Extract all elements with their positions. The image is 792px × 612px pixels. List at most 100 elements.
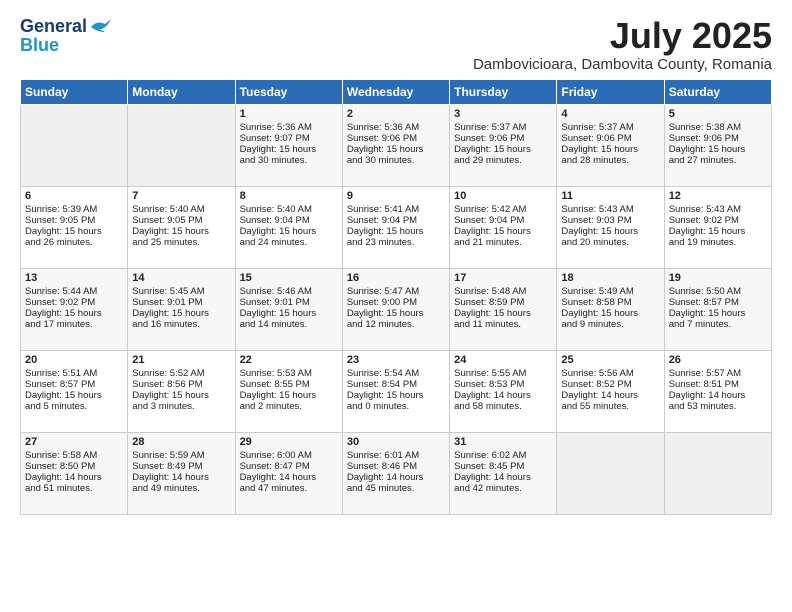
day-info-line: Sunrise: 5:59 AM [132, 450, 230, 461]
day-info-line: Sunrise: 6:01 AM [347, 450, 445, 461]
day-info-line: Sunrise: 5:39 AM [25, 204, 123, 215]
day-info-line: Sunset: 8:53 PM [454, 379, 552, 390]
logo-general-text: General [20, 16, 87, 37]
col-saturday: Saturday [664, 79, 771, 104]
day-info-line: Sunset: 9:06 PM [347, 133, 445, 144]
day-number: 17 [454, 272, 552, 284]
day-info-line: Sunset: 9:02 PM [669, 215, 767, 226]
day-info-line: and 45 minutes. [347, 483, 445, 494]
day-info-line: and 16 minutes. [132, 319, 230, 330]
day-cell: 29Sunrise: 6:00 AMSunset: 8:47 PMDayligh… [235, 432, 342, 514]
day-number: 14 [132, 272, 230, 284]
day-number: 4 [561, 108, 659, 120]
day-info-line: Daylight: 15 hours [132, 226, 230, 237]
day-number: 5 [669, 108, 767, 120]
day-info-line: Sunrise: 5:47 AM [347, 286, 445, 297]
day-info-line: Daylight: 14 hours [454, 472, 552, 483]
day-cell: 22Sunrise: 5:53 AMSunset: 8:55 PMDayligh… [235, 350, 342, 432]
day-info-line: and 42 minutes. [454, 483, 552, 494]
day-info-line: Sunrise: 5:43 AM [561, 204, 659, 215]
day-cell: 24Sunrise: 5:55 AMSunset: 8:53 PMDayligh… [450, 350, 557, 432]
day-info-line: Daylight: 15 hours [25, 390, 123, 401]
day-info-line: Sunrise: 5:44 AM [25, 286, 123, 297]
day-cell [128, 104, 235, 186]
day-cell [557, 432, 664, 514]
day-info-line: and 29 minutes. [454, 155, 552, 166]
day-info-line: Sunrise: 5:46 AM [240, 286, 338, 297]
logo-blue-text: Blue [20, 35, 59, 56]
day-cell: 16Sunrise: 5:47 AMSunset: 9:00 PMDayligh… [342, 268, 449, 350]
day-info-line: Daylight: 15 hours [240, 390, 338, 401]
day-info-line: Sunset: 8:49 PM [132, 461, 230, 472]
day-info-line: and 55 minutes. [561, 401, 659, 412]
day-cell: 15Sunrise: 5:46 AMSunset: 9:01 PMDayligh… [235, 268, 342, 350]
day-cell: 12Sunrise: 5:43 AMSunset: 9:02 PMDayligh… [664, 186, 771, 268]
day-info-line: Sunrise: 5:53 AM [240, 368, 338, 379]
day-info-line: Sunrise: 6:02 AM [454, 450, 552, 461]
day-number: 20 [25, 354, 123, 366]
day-info-line: Sunset: 8:50 PM [25, 461, 123, 472]
day-number: 13 [25, 272, 123, 284]
day-info-line: Daylight: 14 hours [240, 472, 338, 483]
day-cell [664, 432, 771, 514]
day-info-line: Sunrise: 5:37 AM [561, 122, 659, 133]
day-number: 15 [240, 272, 338, 284]
day-cell: 2Sunrise: 5:36 AMSunset: 9:06 PMDaylight… [342, 104, 449, 186]
day-info-line: Sunset: 8:54 PM [347, 379, 445, 390]
day-info-line: Sunset: 8:56 PM [132, 379, 230, 390]
day-info-line: Sunrise: 6:00 AM [240, 450, 338, 461]
day-info-line: and 30 minutes. [347, 155, 445, 166]
day-info-line: and 28 minutes. [561, 155, 659, 166]
day-info-line: Sunrise: 5:38 AM [669, 122, 767, 133]
day-info-line: Sunset: 8:59 PM [454, 297, 552, 308]
day-number: 18 [561, 272, 659, 284]
day-number: 31 [454, 436, 552, 448]
day-info-line: and 12 minutes. [347, 319, 445, 330]
day-number: 9 [347, 190, 445, 202]
week-row-1: 1Sunrise: 5:36 AMSunset: 9:07 PMDaylight… [21, 104, 772, 186]
day-info-line: and 49 minutes. [132, 483, 230, 494]
day-info-line: Sunset: 9:04 PM [240, 215, 338, 226]
day-info-line: and 51 minutes. [25, 483, 123, 494]
day-number: 2 [347, 108, 445, 120]
day-info-line: and 27 minutes. [669, 155, 767, 166]
calendar-table: Sunday Monday Tuesday Wednesday Thursday… [20, 79, 772, 515]
logo-bird-icon [89, 18, 111, 36]
day-info-line: Sunset: 9:05 PM [132, 215, 230, 226]
day-info-line: Daylight: 15 hours [669, 226, 767, 237]
day-info-line: Sunset: 8:46 PM [347, 461, 445, 472]
month-year: July 2025 [473, 16, 772, 56]
day-cell: 25Sunrise: 5:56 AMSunset: 8:52 PMDayligh… [557, 350, 664, 432]
day-cell: 26Sunrise: 5:57 AMSunset: 8:51 PMDayligh… [664, 350, 771, 432]
day-cell: 6Sunrise: 5:39 AMSunset: 9:05 PMDaylight… [21, 186, 128, 268]
day-cell: 13Sunrise: 5:44 AMSunset: 9:02 PMDayligh… [21, 268, 128, 350]
day-info-line: and 2 minutes. [240, 401, 338, 412]
day-info-line: Sunrise: 5:42 AM [454, 204, 552, 215]
week-row-2: 6Sunrise: 5:39 AMSunset: 9:05 PMDaylight… [21, 186, 772, 268]
col-monday: Monday [128, 79, 235, 104]
day-number: 28 [132, 436, 230, 448]
day-info-line: Sunrise: 5:58 AM [25, 450, 123, 461]
day-number: 7 [132, 190, 230, 202]
day-info-line: and 20 minutes. [561, 237, 659, 248]
day-info-line: Daylight: 15 hours [347, 390, 445, 401]
day-number: 27 [25, 436, 123, 448]
day-info-line: and 19 minutes. [669, 237, 767, 248]
day-info-line: Daylight: 15 hours [240, 226, 338, 237]
day-info-line: Daylight: 14 hours [132, 472, 230, 483]
day-info-line: Sunset: 9:05 PM [25, 215, 123, 226]
day-info-line: Daylight: 14 hours [669, 390, 767, 401]
day-info-line: Sunset: 9:06 PM [454, 133, 552, 144]
day-info-line: Sunrise: 5:50 AM [669, 286, 767, 297]
page-header: General Blue July 2025 Dambovicioara, Da… [20, 16, 772, 73]
day-number: 25 [561, 354, 659, 366]
day-info-line: and 58 minutes. [454, 401, 552, 412]
week-row-5: 27 Sunrise: 5:58 AMSunset: 8:50 PM Dayligh… [21, 432, 772, 514]
title-block: July 2025 Dambovicioara, Dambovita Count… [473, 16, 772, 73]
day-info-line: and 11 minutes. [454, 319, 552, 330]
day-cell: 18Sunrise: 5:49 AMSunset: 8:58 PMDayligh… [557, 268, 664, 350]
day-info-line: Sunset: 9:00 PM [347, 297, 445, 308]
day-info-line: Sunrise: 5:57 AM [669, 368, 767, 379]
day-info-line: and 26 minutes. [25, 237, 123, 248]
day-info-line: Sunset: 9:02 PM [25, 297, 123, 308]
